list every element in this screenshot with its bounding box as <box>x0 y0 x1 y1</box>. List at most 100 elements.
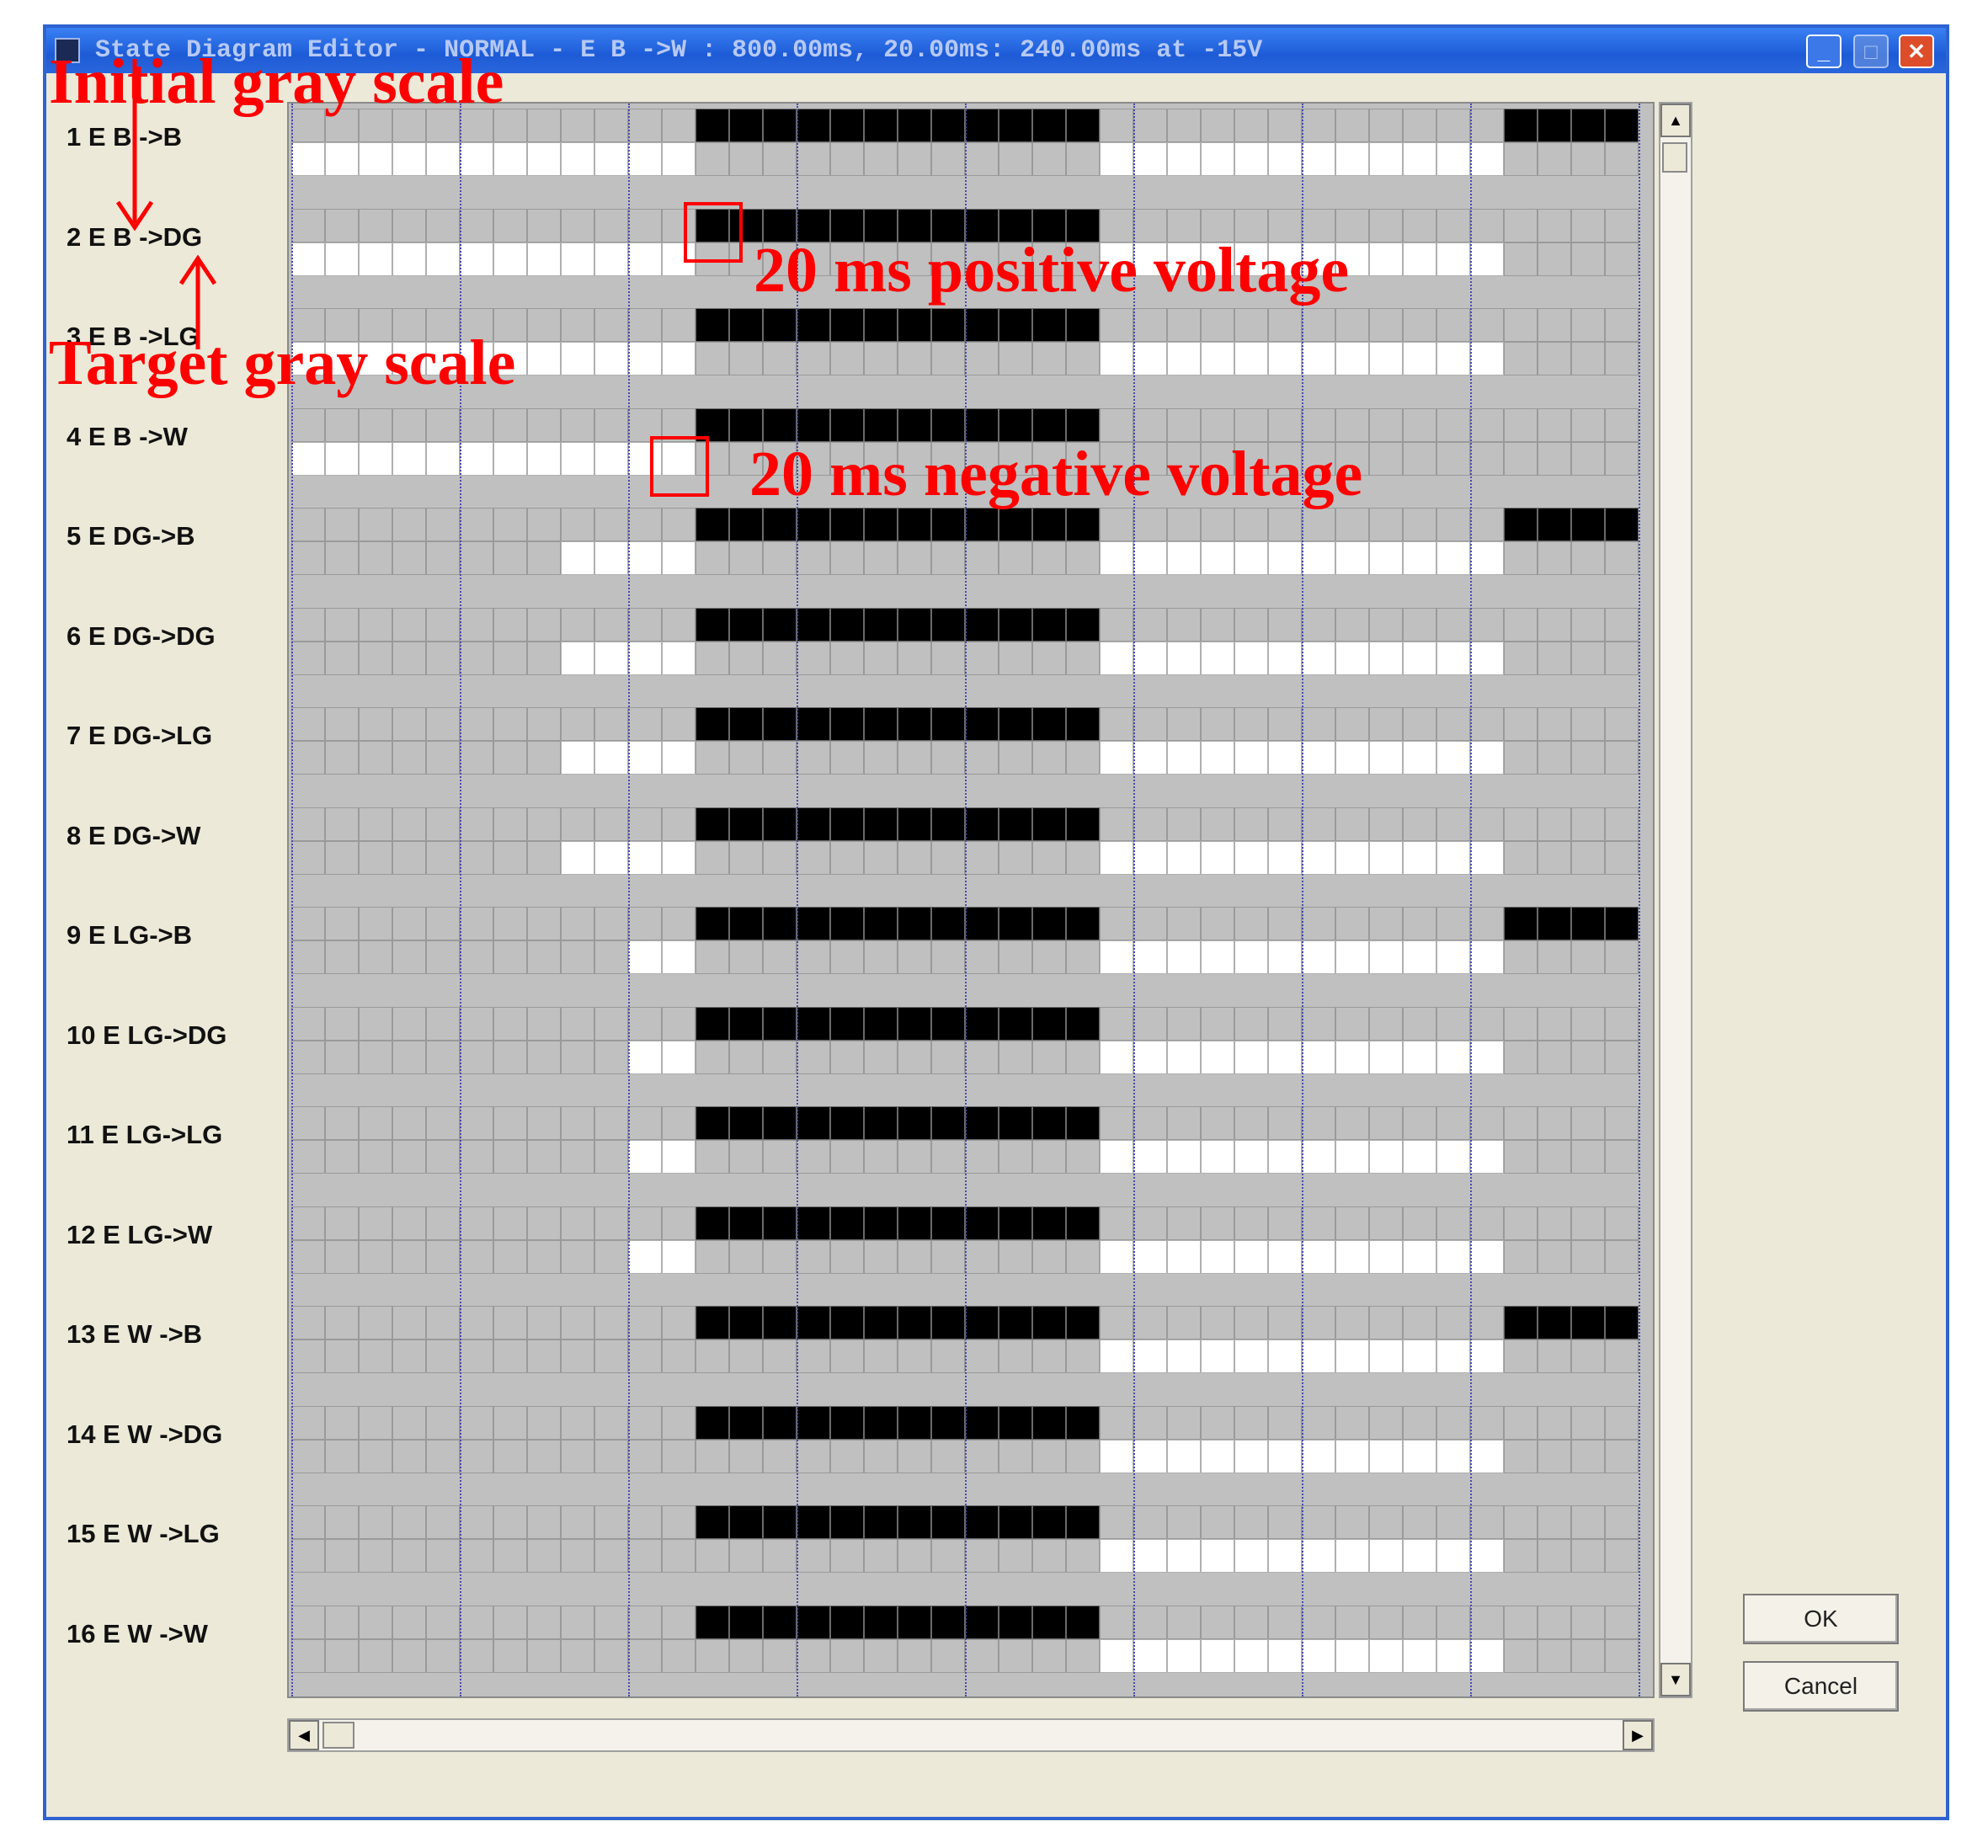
frame-cell-positive[interactable] <box>898 1405 931 1440</box>
frame-cell-positive[interactable] <box>797 1505 830 1539</box>
frame-cell-positive[interactable] <box>864 707 898 741</box>
frame-cell-positive[interactable] <box>392 907 426 940</box>
frame-cell-negative[interactable] <box>1538 142 1571 176</box>
frame-cell-negative[interactable] <box>1571 1140 1605 1174</box>
frame-cell-positive[interactable] <box>1605 607 1639 642</box>
frame-cell-positive[interactable] <box>291 1405 325 1440</box>
frame-cell-negative[interactable] <box>830 1439 864 1473</box>
frame-cell-negative[interactable] <box>493 1140 527 1174</box>
frame-cell-positive[interactable] <box>359 707 392 741</box>
frame-cell-negative[interactable] <box>1436 840 1470 875</box>
frame-cell-negative[interactable] <box>1571 541 1605 575</box>
frame-cell-positive[interactable] <box>898 707 931 741</box>
frame-cell-negative[interactable] <box>797 940 830 974</box>
frame-cell-negative[interactable] <box>999 1439 1032 1473</box>
frame-cell-negative[interactable] <box>527 1439 561 1473</box>
frame-cell-negative[interactable] <box>1403 840 1436 875</box>
frame-cell-positive[interactable] <box>1201 607 1234 642</box>
frame-cell-negative[interactable] <box>291 242 325 276</box>
frame-cell-positive[interactable] <box>1470 1405 1504 1440</box>
frame-cell-positive[interactable] <box>1571 607 1605 642</box>
frame-cell-positive[interactable] <box>1436 807 1470 841</box>
frame-cell-negative[interactable] <box>527 840 561 875</box>
frame-cell-positive[interactable] <box>864 1605 898 1639</box>
frame-cell-negative[interactable] <box>1605 441 1639 476</box>
frame-cell-negative[interactable] <box>527 1239 561 1274</box>
frame-cell-positive[interactable] <box>864 1106 898 1140</box>
frame-cell-positive[interactable] <box>291 1505 325 1539</box>
frame-cell-positive[interactable] <box>931 1006 965 1041</box>
frame-cell-positive[interactable] <box>460 707 493 741</box>
frame-cell-positive[interactable] <box>359 807 392 841</box>
frame-cell-negative[interactable] <box>1302 940 1335 974</box>
frame-cell-negative[interactable] <box>1538 1040 1571 1074</box>
frame-cell-negative[interactable] <box>1302 1239 1335 1274</box>
frame-cell-negative[interactable] <box>1335 840 1369 875</box>
frame-cell-positive[interactable] <box>1234 607 1268 642</box>
frame-cell-negative[interactable] <box>325 1239 359 1274</box>
frame-cell-negative[interactable] <box>1167 641 1201 675</box>
frame-cell-negative[interactable] <box>460 1040 493 1074</box>
frame-cell-negative[interactable] <box>729 541 763 575</box>
frame-cell-negative[interactable] <box>1032 142 1066 176</box>
frame-cell-negative[interactable] <box>594 1239 628 1274</box>
frame-cell-negative[interactable] <box>1605 1239 1639 1274</box>
frame-cell-positive[interactable] <box>797 308 830 342</box>
frame-cell-positive[interactable] <box>594 1306 628 1339</box>
frame-cell-positive[interactable] <box>1571 1206 1605 1240</box>
frame-cell-positive[interactable] <box>1436 508 1470 541</box>
frame-cell-positive[interactable] <box>1605 508 1639 541</box>
frame-cell-positive[interactable] <box>898 1505 931 1539</box>
frame-cell-negative[interactable] <box>1335 1040 1369 1074</box>
frame-cell-negative[interactable] <box>1369 940 1403 974</box>
frame-cell-positive[interactable] <box>830 607 864 642</box>
frame-cell-negative[interactable] <box>1335 1439 1369 1473</box>
frame-cell-positive[interactable] <box>1571 308 1605 342</box>
frame-cell-negative[interactable] <box>392 741 426 775</box>
frame-cell-positive[interactable] <box>594 208 628 242</box>
frame-cell-positive[interactable] <box>1066 308 1100 342</box>
frame-cell-negative[interactable] <box>1504 1239 1538 1274</box>
frame-cell-positive[interactable] <box>561 109 594 142</box>
frame-cell-negative[interactable] <box>1335 741 1369 775</box>
frame-cell-negative[interactable] <box>1032 1539 1066 1573</box>
frame-cell-negative[interactable] <box>628 840 662 875</box>
frame-cell-positive[interactable] <box>1302 1106 1335 1140</box>
frame-cell-positive[interactable] <box>561 707 594 741</box>
frame-cell-positive[interactable] <box>628 109 662 142</box>
frame-cell-negative[interactable] <box>1538 940 1571 974</box>
frame-cell-positive[interactable] <box>931 308 965 342</box>
frame-cell-negative[interactable] <box>830 142 864 176</box>
frame-cell-negative[interactable] <box>426 1539 460 1573</box>
frame-cell-negative[interactable] <box>662 1040 696 1074</box>
frame-cell-positive[interactable] <box>797 1106 830 1140</box>
frame-cell-negative[interactable] <box>965 142 999 176</box>
frame-cell-negative[interactable] <box>696 1638 729 1673</box>
frame-cell-positive[interactable] <box>965 1505 999 1539</box>
frame-cell-negative[interactable] <box>1504 142 1538 176</box>
frame-cell-negative[interactable] <box>1436 1239 1470 1274</box>
frame-cell-negative[interactable] <box>696 940 729 974</box>
frame-cell-positive[interactable] <box>797 1405 830 1440</box>
frame-cell-positive[interactable] <box>527 308 561 342</box>
frame-cell-negative[interactable] <box>628 741 662 775</box>
frame-cell-positive[interactable] <box>1538 508 1571 541</box>
frame-cell-positive[interactable] <box>1100 1505 1133 1539</box>
frame-cell-positive[interactable] <box>460 208 493 242</box>
frame-cell-positive[interactable] <box>1504 1505 1538 1539</box>
frame-cell-positive[interactable] <box>1268 1006 1302 1041</box>
frame-cell-positive[interactable] <box>1369 1106 1403 1140</box>
frame-cell-positive[interactable] <box>965 407 999 442</box>
frame-cell-positive[interactable] <box>359 508 392 541</box>
frame-cell-positive[interactable] <box>493 1006 527 1041</box>
frame-cell-positive[interactable] <box>830 1605 864 1639</box>
frame-cell-positive[interactable] <box>1302 508 1335 541</box>
frame-cell-positive[interactable] <box>763 1206 797 1240</box>
frame-cell-positive[interactable] <box>1167 508 1201 541</box>
frame-cell-positive[interactable] <box>662 1505 696 1539</box>
frame-cell-negative[interactable] <box>797 1140 830 1174</box>
frame-cell-positive[interactable] <box>729 707 763 741</box>
frame-cell-negative[interactable] <box>830 342 864 375</box>
frame-cell-negative[interactable] <box>1133 1040 1167 1074</box>
frame-cell-positive[interactable] <box>729 1306 763 1339</box>
